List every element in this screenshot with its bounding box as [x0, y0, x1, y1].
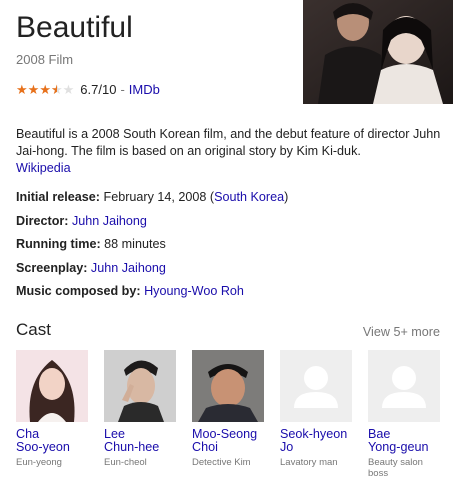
cast-role-line: Beauty salon	[368, 457, 423, 468]
cast-member[interactable]: Seok-hyeon Jo Lavatory man	[280, 350, 352, 468]
imdb-link[interactable]: IMDb	[129, 82, 160, 97]
cast-name[interactable]: Moo-Seong Choi	[192, 428, 264, 454]
view-more-cast-link[interactable]: View 5+ more	[363, 325, 440, 339]
cast-photo-image	[16, 350, 88, 422]
fact-label: Director:	[16, 213, 69, 228]
fact-director: Director: Juhn Jaihong	[16, 210, 446, 234]
cast-name-line[interactable]: Jo	[280, 441, 352, 454]
cast-photo[interactable]	[192, 350, 264, 422]
panel-subtitle: 2008 Film	[16, 52, 74, 67]
star-empty-icon: ★	[62, 82, 75, 97]
description: Beautiful is a 2008 South Korean film, a…	[16, 126, 441, 177]
cast-member[interactable]: Moo-Seong Choi Detective Kim	[192, 350, 264, 468]
music-composer-link[interactable]: Hyoung-Woo Roh	[144, 284, 244, 298]
cast-name[interactable]: Bae Yong-geun	[368, 428, 440, 454]
fact-initial-release: Initial release: February 14, 2008 (Sout…	[16, 186, 446, 210]
cast-role-line: Detective Kim	[192, 457, 251, 468]
cast-name-line[interactable]: Soo-yeon	[16, 441, 88, 454]
fact-label: Initial release:	[16, 190, 100, 204]
cast-role: Eun-cheol	[104, 457, 176, 468]
cast-photo-image	[104, 350, 176, 422]
fact-running-time: Running time: 88 minutes	[16, 233, 446, 257]
release-country-link[interactable]: South Korea	[214, 190, 284, 204]
star-icon: ★	[16, 82, 28, 97]
person-placeholder-icon	[280, 350, 352, 422]
star-half-icon: ★	[51, 83, 63, 96]
fact-music: Music composed by: Hyoung-Woo Roh	[16, 280, 446, 304]
cast-member[interactable]: Cha Soo-yeon Eun-yeong	[16, 350, 88, 468]
fact-value: 88 minutes	[104, 237, 166, 251]
cast-name[interactable]: Cha Soo-yeon	[16, 428, 88, 454]
description-text: Beautiful is a 2008 South Korean film, a…	[16, 127, 441, 158]
cast-name[interactable]: Seok-hyeon Jo	[280, 428, 352, 454]
cast-list: Cha Soo-yeon Eun-yeong Lee Chun-hee Eun-…	[16, 350, 446, 480]
fact-screenplay: Screenplay: Juhn Jaihong	[16, 257, 446, 281]
cast-role: Detective Kim	[192, 457, 264, 468]
cast-photo[interactable]	[16, 350, 88, 422]
director-link[interactable]: Juhn Jaihong	[72, 214, 147, 228]
cast-member[interactable]: Lee Chun-hee Eun-cheol	[104, 350, 176, 468]
cast-name-line[interactable]: Yong-geun	[368, 441, 440, 454]
panel-title: Beautiful	[16, 11, 133, 44]
fact-value-suffix: )	[284, 190, 289, 204]
fact-label: Running time:	[16, 237, 101, 251]
star-icon: ★	[27, 82, 40, 97]
cast-role: Lavatory man	[280, 457, 352, 468]
cast-photo-placeholder[interactable]	[280, 350, 352, 422]
cast-heading: Cast	[16, 320, 51, 339]
poster-photo	[303, 0, 453, 104]
cast-role-line: Lavatory man	[280, 457, 338, 468]
cast-photo[interactable]	[104, 350, 176, 422]
star-rating: ★ ★ ★ ★ ★	[16, 83, 74, 96]
cast-role: Beauty salon boss	[368, 457, 440, 479]
wikipedia-link[interactable]: Wikipedia	[16, 160, 441, 177]
fact-label: Music composed by:	[16, 284, 141, 298]
rating-separator: -	[120, 82, 125, 97]
facts-list: Initial release: February 14, 2008 (Sout…	[16, 186, 446, 304]
cast-member[interactable]: Bae Yong-geun Beauty salon boss	[368, 350, 440, 479]
rating-row: ★ ★ ★ ★ ★ 6.7/10 - IMDb	[16, 82, 160, 97]
fact-value: February 14, 2008 (	[103, 190, 215, 204]
cast-name[interactable]: Lee Chun-hee	[104, 428, 176, 454]
cast-header: Cast View 5+ more	[16, 320, 440, 344]
cast-role-line: boss	[368, 468, 389, 479]
fact-label: Screenplay:	[16, 260, 88, 275]
cast-photo-image	[192, 350, 264, 422]
cast-name-line[interactable]: Chun-hee	[104, 441, 176, 454]
cast-name-line[interactable]: Choi	[192, 441, 264, 454]
person-placeholder-icon	[368, 350, 440, 422]
star-icon: ★	[39, 82, 51, 97]
screenplay-link[interactable]: Juhn Jaihong	[91, 261, 166, 275]
rating-score: 6.7/10	[80, 82, 117, 97]
cast-role-line: Eun-yeong	[16, 457, 62, 468]
cast-role-line: Eun-cheol	[104, 457, 147, 468]
film-poster-image[interactable]	[303, 0, 453, 104]
cast-photo-placeholder[interactable]	[368, 350, 440, 422]
cast-role: Eun-yeong	[16, 457, 88, 468]
